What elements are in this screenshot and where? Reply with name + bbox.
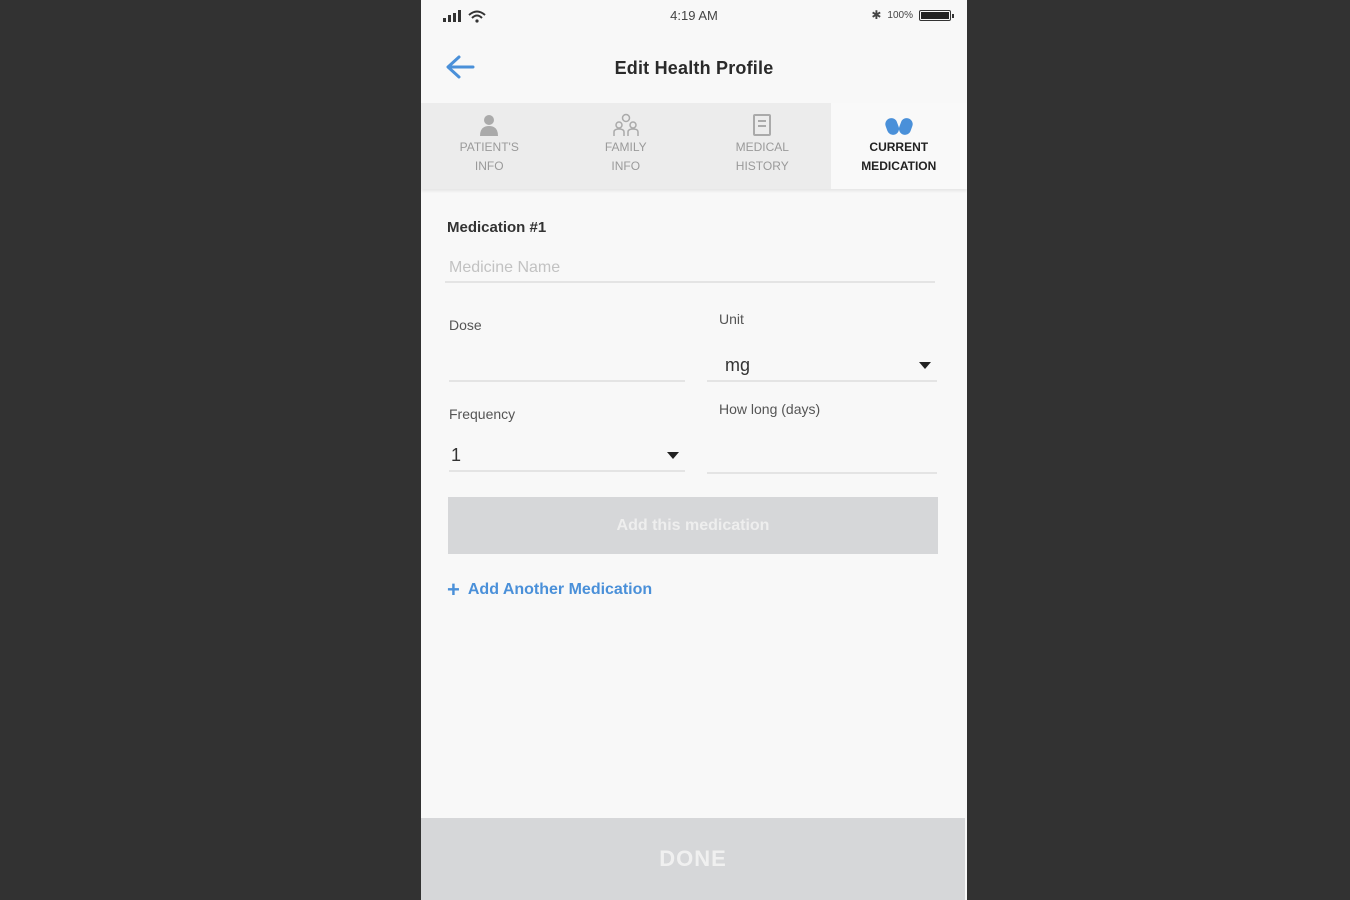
- plus-icon: +: [447, 577, 460, 602]
- pills-icon: [831, 112, 968, 138]
- frequency-label: Frequency: [449, 406, 516, 422]
- tab-family-info[interactable]: FAMILY INFO: [558, 103, 695, 189]
- phone-screen: 4:19 AM ✱ 100% Edit Health Profile PATIE…: [421, 0, 967, 900]
- tab-label: PATIENT'S INFO: [459, 140, 519, 173]
- dose-label: Dose: [449, 317, 482, 333]
- how-long-input[interactable]: [707, 446, 937, 474]
- tab-medical-history[interactable]: MEDICAL HISTORY: [694, 103, 831, 189]
- page-title: Edit Health Profile: [614, 58, 774, 78]
- person-icon: [421, 112, 558, 138]
- chevron-down-icon: [919, 361, 931, 369]
- tab-label: CURRENT MEDICATION: [861, 140, 937, 173]
- status-right: ✱ 100%: [871, 8, 954, 22]
- tab-label: FAMILY INFO: [604, 140, 647, 173]
- battery-icon: [919, 9, 954, 21]
- bluetooth-icon: ✱: [871, 8, 882, 22]
- chevron-down-icon: [667, 451, 679, 459]
- tab-patients-info[interactable]: PATIENT'S INFO: [421, 103, 558, 189]
- tab-label: MEDICAL HISTORY: [735, 140, 789, 173]
- book-icon: [694, 112, 831, 138]
- battery-percent: 100%: [887, 9, 913, 21]
- unit-label: Unit: [719, 311, 744, 327]
- how-long-label: How long (days): [719, 401, 821, 417]
- frequency-value: 1: [451, 444, 462, 465]
- unit-value: mg: [725, 354, 751, 375]
- profile-tabs: PATIENT'S INFO FAMILY INFO MEDICAL HISTO…: [421, 103, 967, 189]
- medicine-name-input[interactable]: [445, 255, 935, 283]
- tab-current-medication[interactable]: CURRENT MEDICATION: [830, 103, 968, 189]
- unit-select[interactable]: mg: [707, 350, 937, 382]
- medication-section-title: Medication #1: [447, 219, 547, 236]
- dose-input[interactable]: [449, 354, 685, 382]
- done-button[interactable]: DONE: [421, 818, 965, 900]
- app-header: Edit Health Profile: [421, 34, 967, 102]
- add-another-label: Add Another Medication: [467, 581, 653, 598]
- family-icon: [558, 112, 695, 138]
- status-bar: 4:19 AM ✱ 100%: [421, 0, 967, 34]
- frequency-select[interactable]: 1: [449, 440, 685, 472]
- add-medication-button[interactable]: Add this medication: [448, 497, 938, 554]
- add-another-medication-link[interactable]: + Add Another Medication: [447, 577, 653, 602]
